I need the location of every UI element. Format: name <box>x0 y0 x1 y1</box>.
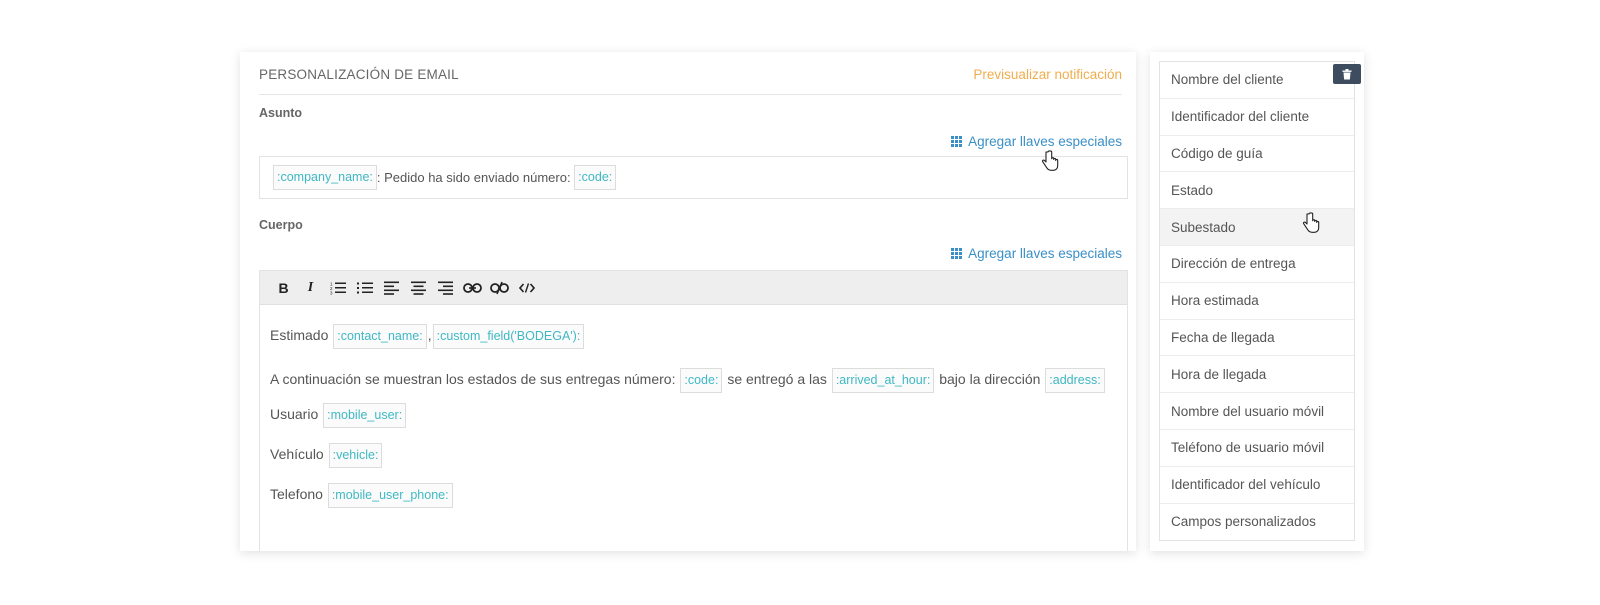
subject-tag-code[interactable]: :code: <box>574 165 617 190</box>
editor-toolbar: B I 1 2 3 <box>260 271 1127 305</box>
code-view-icon <box>518 282 535 293</box>
tag-mobile-user[interactable]: :mobile_user: <box>323 403 407 428</box>
body-text: Estimado <box>270 327 329 343</box>
special-key-item[interactable]: Nombre del usuario móvil <box>1160 393 1354 430</box>
subject-add-special-keys-link[interactable]: Agregar llaves especiales <box>951 134 1122 149</box>
code-view-button[interactable] <box>515 276 538 300</box>
special-key-item[interactable]: Fecha de llegada <box>1160 319 1354 357</box>
special-key-item[interactable]: Código de guía <box>1160 135 1354 173</box>
special-keys-dropdown: Nombre del cliente Identificador del clie… <box>1150 52 1364 551</box>
tag-code[interactable]: :code: <box>680 368 723 393</box>
subject-label: Asunto <box>259 106 303 120</box>
unlink-button[interactable] <box>488 276 511 300</box>
subject-add-special-keys-label: Agregar llaves especiales <box>968 134 1122 149</box>
panel-title: PERSONALIZACIÓN DE EMAIL <box>259 67 459 82</box>
body-line-greeting: Estimado :contact_name:,:custom_field('B… <box>270 323 1117 349</box>
align-right-button[interactable] <box>434 276 457 300</box>
align-center-button[interactable] <box>407 276 430 300</box>
special-key-item[interactable]: Identificador del cliente <box>1160 98 1354 136</box>
body-line-delivery: A continuación se muestran los estados d… <box>270 363 1117 396</box>
special-key-item[interactable]: Campos personalizados <box>1160 503 1354 541</box>
tag-vehicle[interactable]: :vehicle: <box>328 443 383 468</box>
body-line-vehicle: Vehículo :vehicle: <box>270 442 1117 468</box>
trash-icon <box>1342 68 1352 79</box>
stage: PERSONALIZACIÓN DE EMAIL Previsualizar n… <box>0 0 1600 605</box>
body-line-phone: Telefono :mobile_user_phone: <box>270 482 1117 508</box>
align-left-icon <box>384 281 399 295</box>
special-key-item[interactable]: Hora de llegada <box>1160 356 1354 394</box>
unlink-icon <box>490 281 509 294</box>
special-key-item[interactable]: Teléfono de usuario móvil <box>1160 429 1354 467</box>
body-text: Usuario <box>270 406 319 422</box>
tag-custom-field-bodega[interactable]: :custom_field('BODEGA'): <box>432 324 585 349</box>
editor-content[interactable]: Estimado :contact_name:,:custom_field('B… <box>260 305 1127 508</box>
special-key-item[interactable]: Estado <box>1160 172 1354 210</box>
special-key-item[interactable]: Hora estimada <box>1160 282 1354 320</box>
bold-button[interactable]: B <box>272 276 295 300</box>
subject-input[interactable]: :company_name: : Pedido ha sido enviado … <box>259 156 1128 199</box>
body-text: se entregó a las <box>727 371 827 387</box>
tag-address[interactable]: :address: <box>1045 368 1105 393</box>
special-keys-list: Nombre del cliente Identificador del clie… <box>1159 61 1355 542</box>
italic-icon: I <box>307 279 314 295</box>
bold-icon: B <box>278 279 289 296</box>
svg-text:3: 3 <box>330 290 333 295</box>
grid-icon <box>951 248 963 259</box>
italic-button[interactable]: I <box>299 276 322 300</box>
subject-tag-company-name[interactable]: :company_name: <box>273 165 377 190</box>
link-icon <box>463 282 482 293</box>
tag-arrived-at-hour[interactable]: :arrived_at_hour: <box>831 368 935 393</box>
grid-icon <box>951 136 963 147</box>
body-text: A continuación se muestran los estados d… <box>270 371 676 387</box>
align-left-button[interactable] <box>380 276 403 300</box>
unordered-list-icon <box>356 282 373 293</box>
body-line-user: Usuario :mobile_user: <box>270 402 1117 428</box>
body-rich-text-editor: B I 1 2 3 Estimado:contact_name: ,:cus… <box>259 270 1128 551</box>
panel-header: PERSONALIZACIÓN DE EMAIL Previsualizar n… <box>259 52 1122 95</box>
delete-button[interactable] <box>1333 64 1361 84</box>
ordered-list-icon: 1 2 3 <box>330 281 346 295</box>
body-add-special-keys-link[interactable]: Agregar llaves especiales <box>951 246 1122 261</box>
preview-notification-link[interactable]: Previsualizar notificación <box>973 67 1122 82</box>
body-text: bajo la dirección <box>939 371 1041 387</box>
special-key-item[interactable]: Identificador del vehículo <box>1160 466 1354 504</box>
email-customization-panel: PERSONALIZACIÓN DE EMAIL Previsualizar n… <box>240 52 1136 551</box>
align-right-icon <box>438 281 453 295</box>
body-text: Telefono <box>270 486 323 502</box>
subject-text: : Pedido ha sido enviado número: <box>376 170 571 185</box>
tag-contact-name[interactable]: :contact_name: <box>333 324 427 349</box>
body-label: Cuerpo <box>259 218 303 232</box>
body-add-special-keys-label: Agregar llaves especiales <box>968 246 1122 261</box>
ordered-list-button[interactable]: 1 2 3 <box>326 276 349 300</box>
special-key-item[interactable]: Nombre del cliente <box>1160 62 1354 99</box>
unordered-list-button[interactable] <box>353 276 376 300</box>
tag-mobile-user-phone[interactable]: :mobile_user_phone: <box>327 483 453 508</box>
special-key-item[interactable]: Subestado <box>1160 209 1354 246</box>
align-center-icon <box>411 281 426 295</box>
special-key-item[interactable]: Dirección de entrega <box>1160 245 1354 283</box>
body-text: Vehículo <box>270 446 324 462</box>
body-separator: , <box>427 327 432 343</box>
link-button[interactable] <box>461 276 484 300</box>
